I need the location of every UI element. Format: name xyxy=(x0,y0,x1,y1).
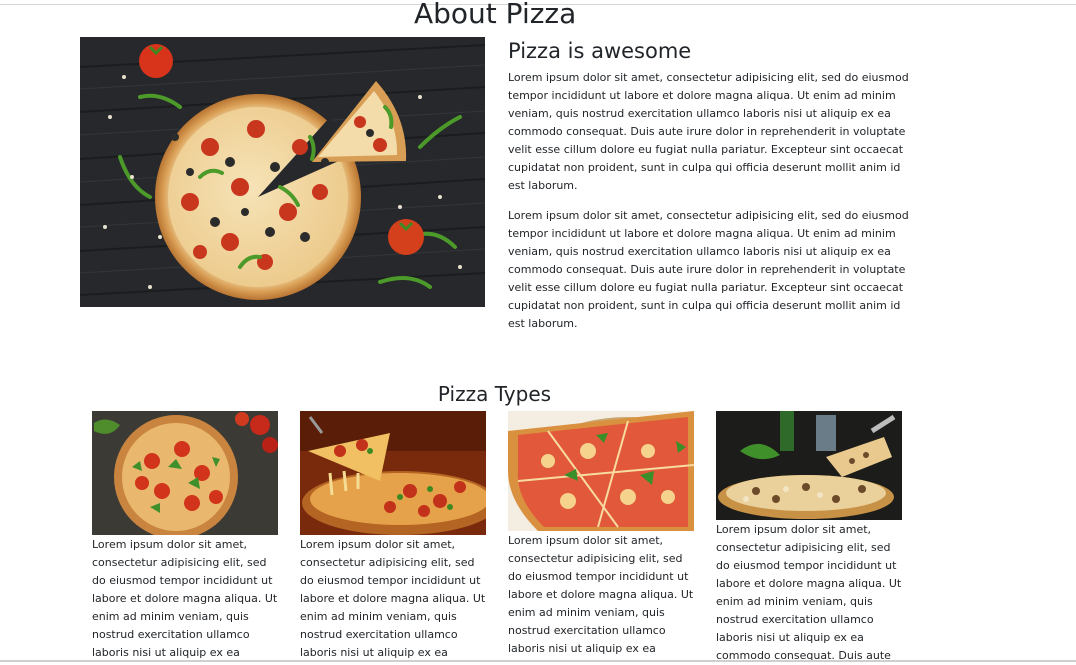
pizza-card: Lorem ipsum dolor sit amet, consectetur … xyxy=(716,411,902,665)
section-heading: Pizza is awesome xyxy=(508,39,692,63)
pizza-card-image xyxy=(300,411,486,535)
pizza-card-text: Lorem ipsum dolor sit amet, consectetur … xyxy=(92,538,278,659)
intro-paragraph: Lorem ipsum dolor sit amet, consectetur … xyxy=(508,209,909,330)
pizza-card: Lorem ipsum dolor sit amet, consectetur … xyxy=(300,411,486,662)
page: About Pizza Pizza is awesome Lorem ipsum… xyxy=(0,0,1076,665)
hero-image xyxy=(80,37,485,307)
pizza-card: Lorem ipsum dolor sit amet, consectetur … xyxy=(92,411,278,662)
pizza-card-text: Lorem ipsum dolor sit amet, consectetur … xyxy=(300,538,486,659)
pizza-card-text: Lorem ipsum dolor sit amet, consectetur … xyxy=(716,523,902,662)
intro-paragraph: Lorem ipsum dolor sit amet, consectetur … xyxy=(508,71,909,192)
pizza-card-image xyxy=(508,411,694,531)
pizza-types-title: Pizza Types xyxy=(437,382,552,406)
pizza-card-image xyxy=(716,411,902,520)
pizza-card: Lorem ipsum dolor sit amet, consectetur … xyxy=(508,411,694,658)
pizza-card-image xyxy=(92,411,278,535)
pizza-card-text: Lorem ipsum dolor sit amet, consectetur … xyxy=(508,534,694,655)
about-title: About Pizza xyxy=(414,0,577,30)
bottom-scrollbar-track[interactable] xyxy=(0,660,1076,662)
